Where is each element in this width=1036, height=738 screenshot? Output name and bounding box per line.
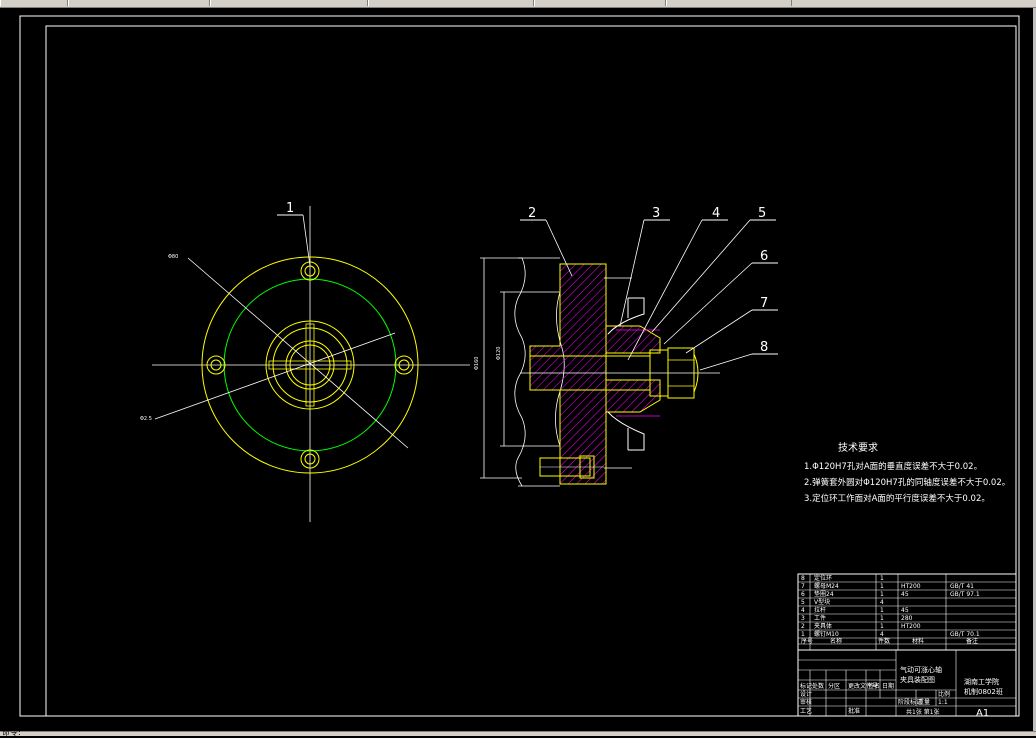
tech-req-item: 2.弹簧套外圆对Φ120H7孔的同轴度误差不大于0.02。 — [804, 477, 1010, 488]
balloon-label: 6 — [760, 249, 768, 264]
parts-material: HT200 — [901, 623, 921, 630]
toolbar-segment[interactable] — [666, 0, 792, 6]
parts-name: 螺钉M10 — [814, 630, 839, 638]
balloon-label: 3 — [652, 206, 660, 221]
parts-header: 备注 — [966, 637, 978, 645]
parts-material: HT200 — [901, 583, 921, 590]
approve-label: 批准 — [848, 707, 860, 715]
class-name: 机制0802班 — [964, 687, 1003, 696]
parts-name: 螺母M24 — [814, 582, 839, 590]
check-label: 审核 — [800, 698, 812, 706]
row-label: 分区 — [828, 682, 840, 690]
parts-qty: 1 — [880, 575, 884, 582]
tech-req-title: 技术要求 — [838, 441, 878, 454]
parts-name: 垫圈24 — [814, 590, 834, 598]
parts-note: GB/T 70.1 — [950, 631, 980, 638]
parts-header: 名称 — [830, 637, 842, 645]
drawing-canvas[interactable]: Φ80 Φ2.5 1 Φ160 Φ120 2 3 4 5 6 7 8 技术要求 … — [0, 8, 1036, 732]
parts-qty: 1 — [880, 591, 884, 598]
balloon-label: 4 — [712, 206, 720, 221]
front-view: Φ80 Φ2.5 — [140, 206, 470, 522]
dimension-text: Φ160 — [474, 357, 480, 370]
weight-label: 重量 — [918, 698, 930, 706]
parts-no: 5 — [801, 599, 805, 606]
row-label: 处数 — [812, 682, 824, 690]
balloon-8: 8 — [699, 340, 778, 371]
sheet-info: 共1张 第1张 — [906, 708, 940, 716]
balloon-label: 5 — [758, 206, 766, 221]
parts-qty: 1 — [880, 623, 884, 630]
tech-req-item: 1.Φ120H7孔对A面的垂直度误差不大于0.02。 — [804, 461, 982, 472]
parts-name: V型块 — [814, 598, 830, 606]
toolbar-segment[interactable] — [210, 0, 368, 6]
parts-no: 3 — [801, 615, 805, 622]
parts-name: 定位环 — [814, 574, 832, 582]
dimension-text: Φ80 — [168, 254, 178, 260]
outer-border — [19, 15, 1020, 717]
parts-header: 件数 — [878, 637, 890, 645]
parts-qty: 4 — [880, 599, 884, 606]
parts-name: 工件 — [814, 614, 826, 622]
parts-name: 拉杆 — [814, 606, 826, 614]
command-line[interactable]: 命令: — [0, 728, 1036, 737]
balloon-label: 1 — [286, 201, 294, 216]
row-label: 日期 — [882, 682, 894, 690]
technical-requirements: 技术要求 1.Φ120H7孔对A面的垂直度误差不大于0.02。 2.弹簧套外圆对… — [804, 441, 1010, 504]
parts-no: 2 — [801, 623, 805, 630]
toolbar-segment[interactable] — [534, 0, 666, 6]
balloon-label: 7 — [760, 296, 768, 311]
parts-no: 7 — [801, 583, 805, 590]
balloon-label: 8 — [760, 340, 768, 355]
toolbar-segment[interactable] — [0, 0, 68, 6]
title-block: 气动可涨心轴 夹具装配图 湖南工学院 机制0802班 A1 共1张 第1张 标记… — [797, 649, 1017, 719]
scale-value: 1:1 — [938, 699, 948, 706]
parts-qty: 1 — [880, 607, 884, 614]
craft-label: 工艺 — [800, 707, 812, 715]
parts-name: 夹具体 — [814, 622, 832, 630]
dimension-text: Φ2.5 — [140, 416, 152, 422]
parts-material: 280 — [901, 615, 913, 622]
parts-list: 8 定位环 1 7 螺母M24 1 HT200 GB/T 41 6 垫圈24 1… — [797, 573, 1017, 651]
title-bar — [0, 0, 1036, 8]
command-prompt: 命令: — [2, 728, 21, 737]
parts-header: 序号 — [801, 637, 813, 645]
parts-no: 6 — [801, 591, 805, 598]
parts-qty: 1 — [880, 615, 884, 622]
row-label: 签名 — [868, 682, 880, 690]
parts-no: 8 — [801, 575, 805, 582]
parts-no: 4 — [801, 607, 805, 614]
parts-note: GB/T 97.1 — [950, 591, 980, 598]
dimension-text: Φ120 — [496, 347, 502, 360]
balloon-label: 2 — [528, 206, 536, 221]
parts-material: 45 — [901, 607, 909, 614]
cad-drawing[interactable]: Φ80 Φ2.5 1 Φ160 Φ120 2 3 4 5 6 7 8 技术要求 … — [0, 8, 1036, 732]
tech-req-item: 3.定位环工作面对A面的平行度误差不大于0.02。 — [804, 493, 990, 504]
drawing-title: 气动可涨心轴 — [900, 665, 942, 674]
parts-qty: 4 — [880, 631, 884, 638]
section-view: Φ160 Φ120 — [474, 257, 720, 487]
parts-note: GB/T 41 — [950, 583, 974, 590]
school-name: 湖南工学院 — [964, 677, 999, 686]
row-label: 标记 — [800, 682, 812, 690]
parts-no: 1 — [801, 631, 805, 638]
toolbar-segment[interactable] — [368, 0, 534, 6]
drawing-subtitle: 夹具装配图 — [900, 675, 935, 684]
sheet-size: A1 — [976, 708, 989, 719]
toolbar-segment[interactable] — [68, 0, 210, 6]
parts-material: 45 — [901, 591, 909, 598]
balloon-5: 5 — [651, 206, 776, 333]
parts-header: 材料 — [912, 637, 924, 645]
scale-label: 比例 — [938, 690, 950, 698]
parts-qty: 1 — [880, 583, 884, 590]
balloon-1: 1 — [277, 201, 311, 267]
design-label: 设计 — [800, 690, 812, 698]
